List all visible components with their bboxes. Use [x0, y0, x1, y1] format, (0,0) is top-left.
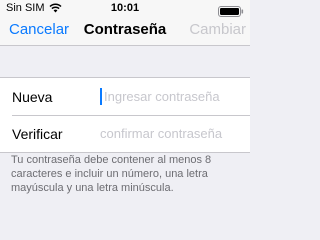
status-bar: Sin SIM 10:01 — [0, 0, 250, 17]
verify-password-field[interactable] — [100, 126, 248, 141]
cancel-button[interactable]: Cancelar — [9, 21, 69, 38]
battery-icon — [218, 4, 244, 17]
new-password-row: Nueva — [0, 78, 252, 115]
new-password-label: Nueva — [12, 88, 53, 105]
password-form: Nueva Verificar — [0, 77, 252, 153]
verify-password-row: Verificar — [0, 115, 250, 152]
verify-password-label: Verificar — [12, 125, 63, 142]
new-password-field[interactable] — [104, 89, 252, 104]
change-button[interactable]: Cambiar — [189, 21, 246, 38]
text-cursor — [100, 88, 102, 105]
password-requirements-note: Tu contraseña debe contener al menos 8 c… — [11, 154, 212, 194]
navigation-bar: Cancelar Contraseña Cambiar — [0, 17, 250, 46]
status-time: 10:01 — [110, 2, 140, 14]
